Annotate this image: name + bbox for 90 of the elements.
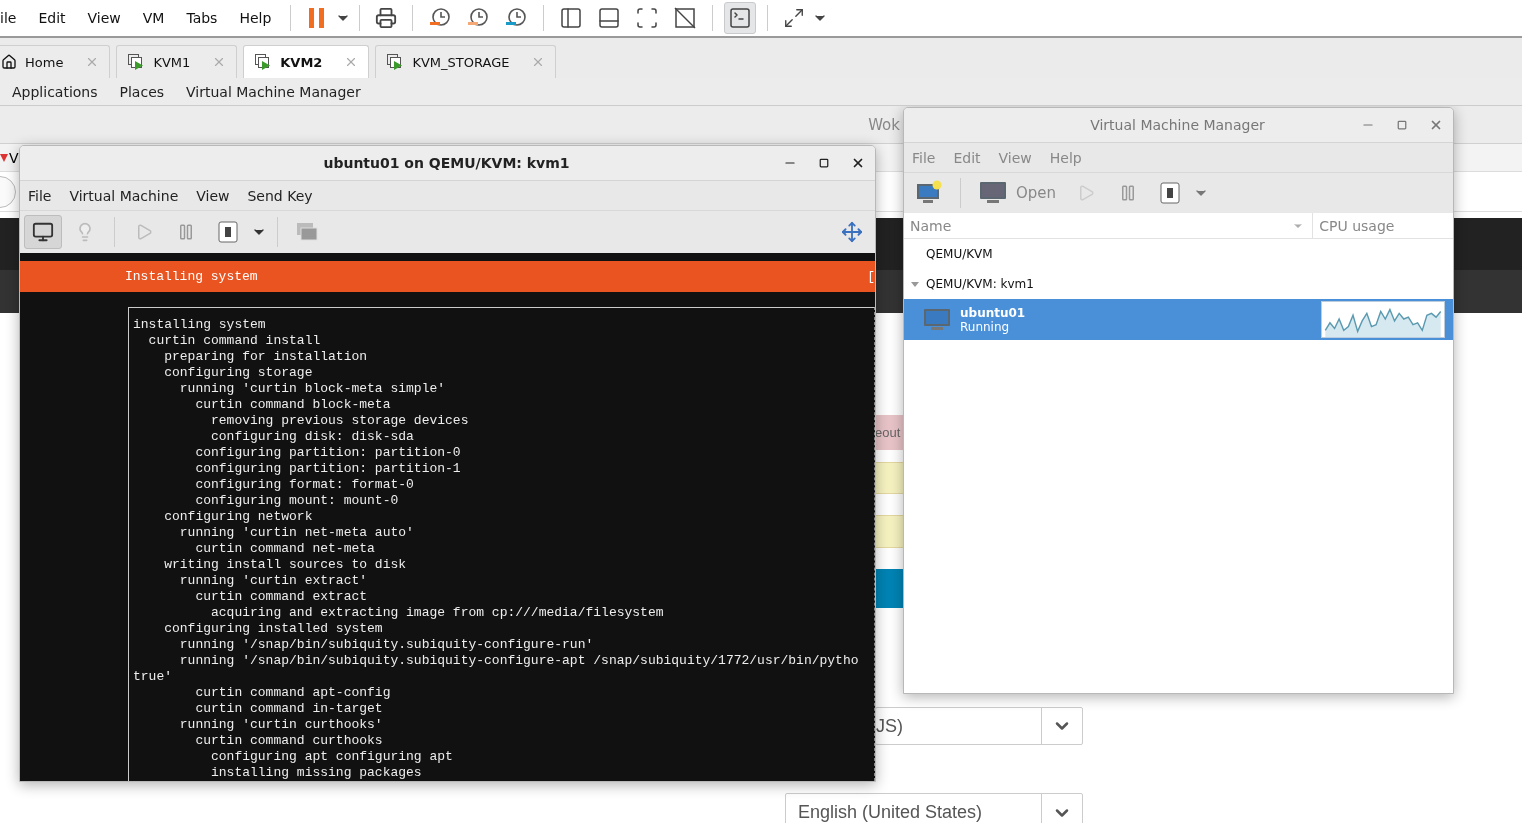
terminal-line: running 'curtin curthooks' bbox=[178, 717, 384, 733]
terminal-line: curtin command net-meta bbox=[194, 541, 376, 557]
terminal-line: configuring partition: partition-0 bbox=[194, 445, 462, 461]
tab[interactable]: Home bbox=[0, 45, 111, 78]
monitor-icon bbox=[32, 221, 54, 243]
play-icon bbox=[1077, 184, 1096, 202]
menu-item[interactable]: Help bbox=[228, 10, 283, 26]
tab[interactable]: KVM2 bbox=[243, 45, 370, 78]
move-icon bbox=[841, 221, 863, 243]
maximize-icon[interactable] bbox=[819, 158, 829, 168]
vm-icon bbox=[386, 53, 405, 71]
close-icon[interactable] bbox=[851, 156, 865, 170]
connection-row[interactable]: QEMU/KVM bbox=[904, 239, 1453, 269]
page-title: Wok bbox=[868, 115, 900, 134]
select-field[interactable]: English (United States) bbox=[785, 793, 1083, 823]
terminal-line: configuring mount: mount-0 bbox=[194, 493, 400, 509]
terminal-line: configuring storage bbox=[163, 365, 314, 381]
column-header[interactable]: CPU usage bbox=[1313, 213, 1453, 238]
monitor-star-icon bbox=[915, 180, 943, 206]
screens-icon bbox=[296, 222, 318, 242]
console-button[interactable] bbox=[24, 215, 62, 249]
alert-bar bbox=[875, 569, 903, 608]
switch-icon bbox=[218, 221, 238, 243]
terminal-line: curtin command install bbox=[147, 333, 322, 349]
tab[interactable]: KVM_STORAGE bbox=[375, 45, 557, 78]
terminal-line: running '/snap/bin/subiquity.subiquity-configure-apt /snap/subiquity/1772/usr/bin/pytho bbox=[178, 653, 860, 669]
terminal-line: curtin command extract bbox=[194, 589, 369, 605]
status-bracket: [ bbox=[867, 269, 875, 284]
connection-name: QEMU/KVM: kvm1 bbox=[926, 277, 1034, 291]
alert-bar bbox=[875, 515, 903, 548]
pause-icon bbox=[177, 223, 195, 241]
terminal-line: configuring partition: partition-1 bbox=[194, 461, 462, 477]
terminal-line: removing previous storage devices bbox=[210, 413, 470, 429]
vm-icon bbox=[127, 53, 146, 71]
select-field[interactable]: JS) bbox=[875, 707, 1083, 745]
terminal-line: running '/snap/bin/subiquity.subiquity-configure-run' bbox=[178, 637, 595, 653]
alert-text: eout bbox=[875, 425, 901, 440]
tab[interactable]: KVM1 bbox=[116, 45, 238, 78]
status-text: Installing system bbox=[125, 269, 258, 284]
panel-menu-item[interactable]: Virtual Machine Manager bbox=[186, 83, 361, 100]
connection-name: QEMU/KVM bbox=[926, 247, 993, 261]
terminal-line: true' bbox=[133, 669, 173, 685]
vm-console[interactable] bbox=[20, 253, 875, 781]
terminal-line: running 'curtin extract' bbox=[178, 573, 369, 589]
terminal-line: configuring network bbox=[163, 509, 314, 525]
terminal-line: writing install sources to disk bbox=[163, 557, 408, 573]
terminal-line: configuring format: format-0 bbox=[194, 477, 415, 493]
triangle-icon bbox=[0, 153, 8, 162]
terminal-line: configuring apt configuring apt bbox=[210, 749, 454, 765]
vm-icon bbox=[254, 53, 273, 71]
panel-menu-item[interactable]: Places bbox=[119, 83, 165, 100]
home-icon bbox=[1, 54, 17, 70]
browser-tab-title[interactable]: V bbox=[9, 149, 19, 166]
terminal-line: installing system bbox=[133, 317, 267, 333]
menu-item[interactable]: Send Key bbox=[247, 187, 313, 204]
terminal-line: running 'curtin net-meta auto' bbox=[178, 525, 415, 541]
menu-item[interactable]: Edit bbox=[27, 10, 77, 26]
terminal-line: curtin command in-target bbox=[194, 701, 384, 717]
play-icon bbox=[135, 223, 153, 241]
pause-icon bbox=[308, 7, 327, 29]
menu-item[interactable]: Tabs bbox=[175, 10, 229, 26]
menu-item[interactable]: VM bbox=[131, 10, 176, 26]
terminal-line: configuring installed system bbox=[163, 621, 384, 637]
expander-icon[interactable] bbox=[910, 279, 920, 289]
vm-name: ubuntu01 bbox=[960, 305, 1027, 320]
terminal-line: curtin command block-meta bbox=[194, 397, 392, 413]
monitor-icon bbox=[978, 180, 1008, 206]
switch-icon bbox=[1160, 182, 1181, 204]
menu-item[interactable]: Virtual Machine bbox=[69, 187, 179, 204]
alert-bar bbox=[875, 462, 903, 494]
vm-status: Running bbox=[960, 319, 1011, 334]
terminal-line: curtin command apt-config bbox=[194, 685, 392, 701]
menu-item[interactable]: View bbox=[196, 187, 230, 204]
column-title: Name bbox=[910, 217, 952, 234]
menu-item[interactable]: View bbox=[76, 10, 132, 26]
terminal-line: acquiring and extracting image from cp:///media/filesystem bbox=[210, 605, 665, 621]
window-title: ubuntu01 on QEMU/KVM: kvm1 bbox=[322, 155, 571, 171]
terminal-button[interactable] bbox=[724, 2, 757, 34]
terminal-line: configuring disk: disk-sda bbox=[210, 429, 415, 445]
terminal-line: preparing for installation bbox=[163, 349, 369, 365]
menu-item[interactable]: ile bbox=[0, 10, 28, 26]
connection-row[interactable]: QEMU/KVM: kvm1 bbox=[904, 269, 1453, 299]
panel-menu-item[interactable]: Applications bbox=[12, 83, 98, 100]
terminal-line: running 'curtin block-meta simple' bbox=[178, 381, 447, 397]
running-vm-icon bbox=[922, 306, 952, 333]
window-title: Virtual Machine Manager bbox=[1089, 117, 1266, 133]
terminal-line: installing missing packages bbox=[210, 765, 423, 781]
menu-item[interactable]: File bbox=[28, 187, 52, 204]
terminal-line: curtin command curthooks bbox=[194, 733, 384, 749]
column-header[interactable]: Name bbox=[904, 213, 1314, 238]
